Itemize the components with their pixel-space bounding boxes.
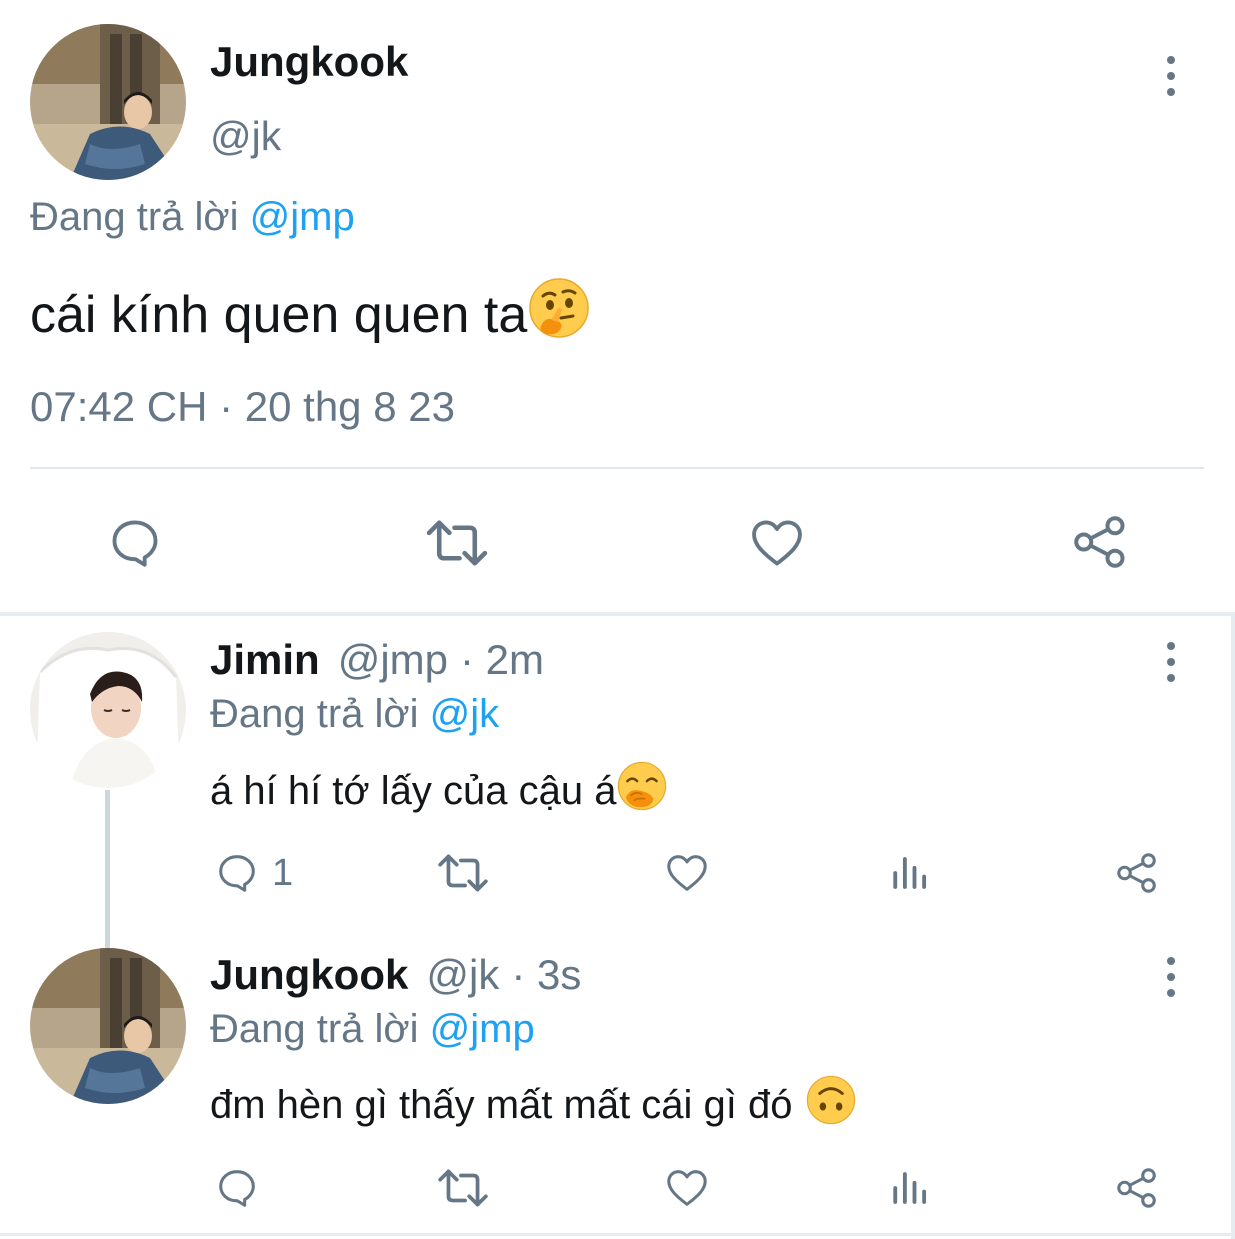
more-options-icon[interactable] [1156,955,1186,999]
replying-to-line: Đang trả lời @jk [210,692,499,737]
avatar-image [30,632,186,788]
reply-button[interactable] [106,514,164,572]
reply-time: · 2m [460,636,545,683]
avatar-jungkook[interactable] [30,948,186,1104]
tweet-timestamp: 07:42 CH · 20 thg 8 23 [30,383,455,430]
reply-header: Jungkook @jk · 3s [210,951,581,999]
reply-time: · 3s [511,951,582,998]
comment-icon [112,520,158,567]
reply-text: á hí hí tớ lấy của cậu á [210,760,668,822]
bottom-divider [0,1233,1235,1236]
like-button[interactable] [748,514,806,572]
share-icon [1074,516,1125,568]
retweet-icon [438,854,488,892]
share-icon [1117,853,1156,893]
analytics-icon [893,857,927,889]
avatar-image [30,948,186,1104]
share-button[interactable] [1114,850,1160,896]
reply-count: 1 [272,851,294,894]
more-options-icon[interactable] [1156,640,1186,684]
comment-icon [219,855,255,892]
reply-author-handle[interactable]: @jk [426,951,499,999]
reply-author-handle[interactable]: @jmp [338,636,448,684]
replying-label: Đang trả lời [210,692,419,736]
reply-text: đm hèn gì thấy mất mất cái gì đó [210,1074,857,1136]
edge-divider [1231,612,1235,1239]
replying-label: Đang trả lời [30,195,239,239]
comment-icon [219,1170,255,1207]
reply-author-name[interactable]: Jungkook [210,951,408,999]
avatar-jungkook[interactable] [30,24,186,180]
heart-icon [752,520,802,566]
replying-label: Đang trả lời [210,1007,419,1051]
face-with-hand-over-mouth-icon [616,760,668,822]
replying-to-link[interactable]: @jmp [430,1007,535,1051]
section-divider [0,612,1235,616]
upside-down-face-icon [805,1074,857,1136]
reply-body: á hí hí tớ lấy của cậu á [210,768,617,813]
divider [30,467,1204,469]
reply-button[interactable]: 1 [214,850,293,896]
like-button[interactable] [664,850,710,896]
reply-author-name[interactable]: Jimin [210,636,320,684]
like-button[interactable] [664,1165,710,1211]
more-options-icon[interactable] [1156,54,1186,98]
reply-button[interactable] [214,1165,260,1211]
thread-connector [105,790,110,948]
replying-to-link[interactable]: @jmp [250,195,355,239]
retweet-icon [426,520,488,566]
reply-body: đm hèn gì thấy mất mất cái gì đó [210,1082,793,1127]
thinking-face-icon [527,276,591,353]
replying-to-line: Đang trả lời @jmp [210,1007,535,1052]
tweet-text: cái kính quen quen ta [30,276,591,353]
retweet-button[interactable] [436,1165,490,1211]
author-handle[interactable]: @jk [210,113,281,160]
tweet-body: cái kính quen quen ta [30,285,528,344]
share-icon [1117,1168,1156,1208]
analytics-button[interactable] [890,1167,932,1209]
retweet-button[interactable] [424,514,490,572]
retweet-button[interactable] [436,850,490,896]
share-button[interactable] [1070,512,1130,572]
heart-icon [667,1170,707,1206]
share-button[interactable] [1114,1165,1160,1211]
replying-to-link[interactable]: @jk [430,692,500,736]
analytics-icon [893,1172,927,1204]
main-tweet: Jungkook @jk Đang trả lời @jmp cái kính … [0,0,1235,612]
heart-icon [667,855,707,891]
author-name[interactable]: Jungkook [210,38,408,86]
replying-to-line: Đang trả lời @jmp [30,195,355,240]
reply-header: Jimin @jmp · 2m [210,636,544,684]
analytics-button[interactable] [890,852,932,894]
avatar-image [30,24,186,180]
avatar-jimin[interactable] [30,632,186,788]
retweet-icon [438,1169,488,1207]
